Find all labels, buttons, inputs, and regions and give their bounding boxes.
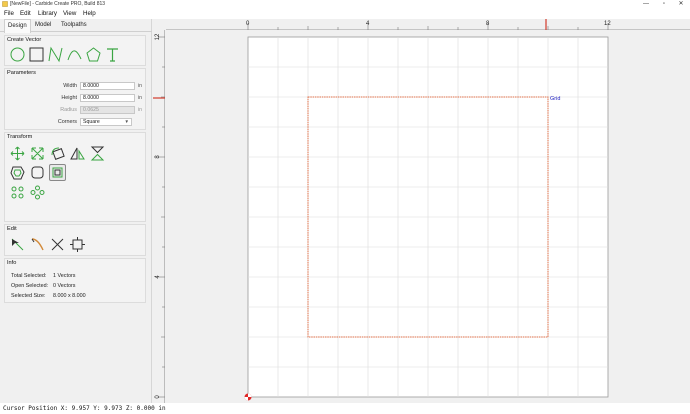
design-canvas[interactable]: Grid bbox=[166, 30, 690, 403]
corners-value: Square bbox=[83, 119, 100, 125]
parameters-section: Parameters Width 8.0000 in Height 8.0000… bbox=[4, 68, 146, 130]
polygon-icon[interactable] bbox=[85, 46, 102, 63]
open-selected-label: Open Selected: bbox=[11, 283, 49, 289]
radius-label: Radius bbox=[60, 107, 77, 113]
polyline-icon[interactable] bbox=[47, 46, 64, 63]
array-icon[interactable] bbox=[29, 184, 46, 201]
menu-edit[interactable]: Edit bbox=[20, 10, 31, 17]
corners-select[interactable]: Square ▼ bbox=[80, 118, 132, 126]
transform-title: Transform bbox=[7, 134, 33, 140]
selected-size-value: 8.000 x 8.000 bbox=[53, 293, 86, 299]
radius-unit: in bbox=[138, 107, 143, 113]
move-icon[interactable] bbox=[9, 145, 26, 162]
menu-library[interactable]: Library bbox=[38, 10, 57, 17]
panel-tabs: Design Model Toolpaths bbox=[0, 19, 152, 33]
width-field[interactable]: 8.0000 bbox=[80, 82, 135, 90]
left-ruler-label-12: 12 bbox=[155, 33, 161, 40]
top-ruler-label-4: 4 bbox=[366, 21, 370, 27]
edit-title: Edit bbox=[7, 226, 17, 232]
left-ruler-label-8: 8 bbox=[155, 155, 161, 159]
boolean-icon[interactable] bbox=[69, 236, 86, 253]
info-section: Info Total Selected: 1 Vectors Open Sele… bbox=[4, 258, 146, 303]
top-ruler-label-0: 0 bbox=[246, 21, 250, 27]
tab-model[interactable]: Model bbox=[32, 19, 54, 32]
create-vector-title: Create Vector bbox=[7, 37, 42, 43]
scale-icon[interactable] bbox=[29, 145, 46, 162]
maximize-button[interactable]: ▫ bbox=[655, 0, 673, 9]
title-bar: [NewFile] - Carbide Create PRO, Build 81… bbox=[0, 0, 690, 9]
corners-label: Corners bbox=[57, 119, 77, 125]
width-label: Width bbox=[63, 83, 77, 89]
knife-icon[interactable] bbox=[29, 236, 46, 253]
cursor-position-status: Cursor Position X: 9.957 Y: 9.973 Z: 0.0… bbox=[3, 405, 166, 412]
parameters-title: Parameters bbox=[7, 70, 36, 76]
height-field[interactable]: 8.0000 bbox=[80, 94, 135, 102]
height-label: Height bbox=[61, 95, 77, 101]
rectangle-icon[interactable] bbox=[28, 46, 45, 63]
trim-icon[interactable] bbox=[49, 236, 66, 253]
top-ruler-ticks: 0 4 8 12 bbox=[166, 19, 690, 30]
top-ruler-label-12: 12 bbox=[604, 21, 611, 27]
top-ruler: 0 4 8 12 bbox=[166, 19, 690, 30]
rotate-icon[interactable] bbox=[49, 145, 66, 162]
left-ruler-label-4: 4 bbox=[155, 275, 161, 279]
menu-help[interactable]: Help bbox=[83, 10, 96, 17]
create-vector-section: Create Vector bbox=[4, 35, 146, 66]
canvas-svg[interactable]: Grid bbox=[166, 30, 690, 403]
total-selected-label: Total Selected: bbox=[11, 273, 47, 279]
curve-icon[interactable] bbox=[66, 46, 83, 63]
radius-field: 0.0625 bbox=[80, 106, 135, 114]
left-ruler: 12 8 4 0 bbox=[153, 30, 165, 403]
left-ruler-label-0: 0 bbox=[155, 395, 161, 399]
text-icon[interactable] bbox=[104, 46, 121, 63]
menu-bar: File Edit Library View Help bbox=[0, 9, 690, 19]
minimize-button[interactable]: — bbox=[637, 0, 655, 9]
transform-section: Transform bbox=[4, 132, 146, 222]
grid-label: Grid bbox=[550, 96, 560, 102]
align-icon[interactable] bbox=[9, 184, 26, 201]
offset-icon[interactable] bbox=[9, 164, 26, 181]
left-panel: Design Model Toolpaths Create Vector Par… bbox=[0, 19, 152, 403]
tab-design[interactable]: Design bbox=[4, 19, 31, 33]
status-bar: Cursor Position X: 9.957 Y: 9.973 Z: 0.0… bbox=[0, 403, 690, 414]
fit-box-icon[interactable] bbox=[49, 164, 66, 181]
edit-section: Edit bbox=[4, 224, 146, 256]
circle-icon[interactable] bbox=[9, 46, 26, 63]
open-selected-value: 0 Vectors bbox=[53, 283, 76, 289]
origin-icon bbox=[244, 393, 252, 401]
width-unit: in bbox=[138, 83, 143, 89]
selected-size-label: Selected Size: bbox=[11, 293, 46, 299]
menu-view[interactable]: View bbox=[63, 10, 76, 17]
close-button[interactable]: ✕ bbox=[672, 0, 690, 9]
top-ruler-label-8: 8 bbox=[486, 21, 490, 27]
flip-icon[interactable] bbox=[89, 145, 106, 162]
height-unit: in bbox=[138, 95, 143, 101]
total-selected-value: 1 Vectors bbox=[53, 273, 76, 279]
rounded-rect-icon[interactable] bbox=[29, 164, 46, 181]
chevron-down-icon: ▼ bbox=[124, 119, 129, 124]
mirror-icon[interactable] bbox=[69, 145, 86, 162]
tab-toolpaths[interactable]: Toolpaths bbox=[58, 19, 90, 32]
info-title: Info bbox=[7, 260, 17, 266]
node-edit-icon[interactable] bbox=[9, 236, 26, 253]
app-icon bbox=[2, 1, 8, 7]
window-title: [NewFile] - Carbide Create PRO, Build 81… bbox=[10, 1, 106, 7]
menu-file[interactable]: File bbox=[4, 10, 14, 17]
left-ruler-ticks: 12 8 4 0 bbox=[153, 30, 165, 403]
